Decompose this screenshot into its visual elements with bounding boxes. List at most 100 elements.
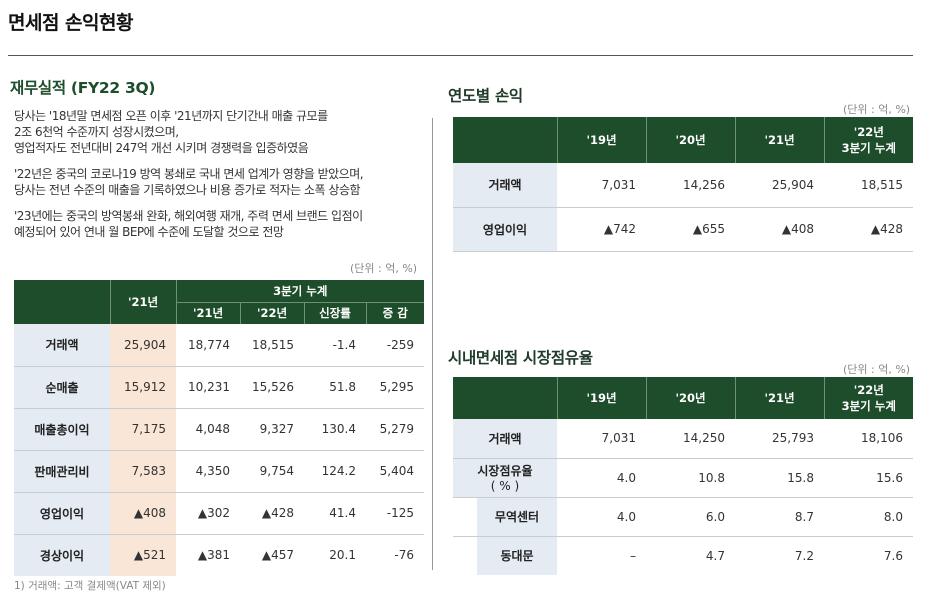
description-paragraph: '22년은 중국의 코로나19 방역 봉쇄로 국내 면세 업계가 영향을 받았으… (14, 166, 419, 198)
cell: 130.4 (304, 408, 366, 451)
header-line: 3분기 누계 (841, 399, 896, 413)
annual-pl-unit: (단위 : 억, %) (843, 103, 911, 116)
cell: 18,515 (824, 163, 913, 208)
section-divider (432, 118, 433, 570)
cell: ▲408 (735, 207, 824, 252)
cell: 25,793 (735, 419, 824, 459)
header-line: '22년 (853, 383, 884, 397)
row-label-line: ( % ) (490, 479, 520, 493)
cell: ▲408 (110, 492, 176, 535)
cell: 4.7 (705, 548, 725, 563)
cell: 10,231 (176, 366, 240, 409)
description-line: 2조 6천억 수준까지 성장시켰으며, (14, 125, 179, 139)
cell: ▲381 (197, 548, 230, 563)
financial-results-title: 재무실적 (FY22 3Q) (10, 79, 156, 97)
cell: -259 (366, 324, 425, 367)
market-share-title: 시내면세점 시장점유율 (448, 349, 593, 367)
col-header-21: '21년 (109, 280, 176, 324)
row-label: 시장점유율 ( % ) (453, 458, 557, 498)
col-group-header: 3분기 누계 (175, 280, 425, 302)
row-label: 거래액 (453, 419, 557, 459)
description-line: 예정되어 있어 연내 월 BEP에 수준에 도달할 것으로 전망 (14, 225, 284, 239)
cell: 15,912 (110, 366, 176, 409)
table-row: 순매출 15,912 10,231 15,526 51.8 5,295 (14, 366, 425, 409)
cell: ▲457 (261, 548, 294, 563)
cell: 7,031 (557, 419, 646, 459)
col-header-19: '19년 (556, 117, 646, 163)
description-line: 당사는 '18년말 면세점 오픈 이후 '21년까지 단기간내 매출 규모를 (14, 109, 328, 123)
market-share-unit: (단위 : 억, %) (843, 363, 911, 376)
cell: 7.2 (794, 548, 814, 563)
cell: 8.0 (824, 497, 913, 537)
row-label: 거래액 (453, 163, 557, 208)
description-line: '22년은 중국의 코로나19 방역 봉쇄로 국내 면세 업계가 영향을 받았으… (14, 167, 364, 181)
corner-header (453, 377, 557, 419)
cell: -125 (366, 492, 425, 535)
corner-header (14, 280, 110, 324)
cell: ▲521 (110, 534, 176, 576)
header-line: '22년 (853, 125, 884, 139)
subcol-header: '21년 (175, 301, 240, 324)
description-line: 당사는 전년 수준의 매출을 기록하였으나 비용 증가로 적자는 소폭 상승함 (14, 183, 361, 197)
description-text: 당사는 '18년말 면세점 오픈 이후 '21년까지 단기간내 매출 규모를 2… (14, 108, 419, 250)
col-header-21: '21년 (734, 117, 824, 163)
cell: 20.1 (329, 548, 356, 563)
table-row: 영업이익 ▲408 ▲302 ▲428 41.4 -125 (14, 492, 425, 535)
col-header-22: '22년 3분기 누계 (823, 377, 913, 419)
cell: 5,295 (366, 366, 425, 409)
cell: 15.6 (824, 458, 913, 498)
corner-header (453, 117, 557, 163)
cell: 25,904 (735, 163, 824, 208)
description-line: 영업적자도 전년대비 247억 개선 시키며 경쟁력을 입증하였음 (14, 141, 309, 155)
col-header-22: '22년 3분기 누계 (823, 117, 913, 163)
col-header-20: '20년 (645, 117, 735, 163)
cell: – (630, 548, 636, 563)
annual-pl-table: '19년 '20년 '21년 '22년 3분기 누계 거래액 7,031 14,… (453, 117, 913, 252)
subcol-header: 신장률 (303, 301, 366, 324)
description-paragraph: 당사는 '18년말 면세점 오픈 이후 '21년까지 단기간내 매출 규모를 2… (14, 108, 419, 156)
subcol-header: '22년 (239, 301, 304, 324)
cell: 6.0 (646, 497, 735, 537)
cell: ▲428 (824, 207, 913, 252)
description-paragraph: '23년에는 중국의 방역봉쇄 완화, 해외여행 재개, 주력 면세 브랜드 입… (14, 208, 419, 240)
description-line: '23년에는 중국의 방역봉쇄 완화, 해외여행 재개, 주력 면세 브랜드 입… (14, 209, 363, 223)
cell: 7,583 (110, 450, 176, 493)
table-row: 무역센터 4.0 6.0 8.7 8.0 (453, 497, 913, 537)
row-label: 영업이익 (453, 207, 557, 252)
table-row: 거래액 7,031 14,256 25,904 18,515 (453, 163, 913, 208)
cell: 25,904 (110, 324, 176, 367)
cell: 10.8 (646, 458, 735, 498)
indent-spacer (453, 497, 477, 537)
table-row: 거래액 7,031 14,250 25,793 18,106 (453, 419, 913, 459)
annual-pl-title: 연도별 손익 (448, 87, 523, 105)
cell: 124.2 (304, 450, 366, 493)
row-label: 판매관리비 (14, 450, 110, 493)
cell: 14,256 (646, 163, 735, 208)
table-row: 동대문 – 4.7 7.2 7.6 (453, 536, 913, 575)
cell: ▲655 (646, 207, 735, 252)
cell: 7,031 (557, 163, 646, 208)
table-row: 시장점유율 ( % ) 4.0 10.8 15.8 15.6 (453, 458, 913, 498)
page-title: 면세점 손익현황 (8, 12, 133, 34)
table-row: 거래액 25,904 18,774 18,515 -1.4 -259 (14, 324, 425, 367)
row-label: 동대문 (477, 536, 557, 575)
table-row: 판매관리비 7,583 4,350 9,754 124.2 5,404 (14, 450, 425, 493)
cell: 4,350 (176, 450, 240, 493)
cell: 15,526 (240, 366, 304, 409)
cell: 14,250 (646, 419, 735, 459)
table-row: 영업이익 ▲742 ▲655 ▲408 ▲428 (453, 207, 913, 252)
header-line: 3분기 누계 (841, 141, 896, 155)
col-header-21: '21년 (734, 377, 824, 419)
col-header-20: '20년 (645, 377, 735, 419)
cell: 18,774 (176, 324, 240, 367)
cell: 18,515 (240, 324, 304, 367)
cell: 4.0 (557, 497, 646, 537)
table-row: 매출총이익 7,175 4,048 9,327 130.4 5,279 (14, 408, 425, 451)
cell: 8.7 (735, 497, 824, 537)
cell: -76 (394, 548, 415, 563)
cell: 7.6 (883, 548, 903, 563)
indent-spacer (453, 536, 477, 575)
row-label: 매출총이익 (14, 408, 110, 451)
row-label: 순매출 (14, 366, 110, 409)
cell: 4.0 (557, 458, 646, 498)
